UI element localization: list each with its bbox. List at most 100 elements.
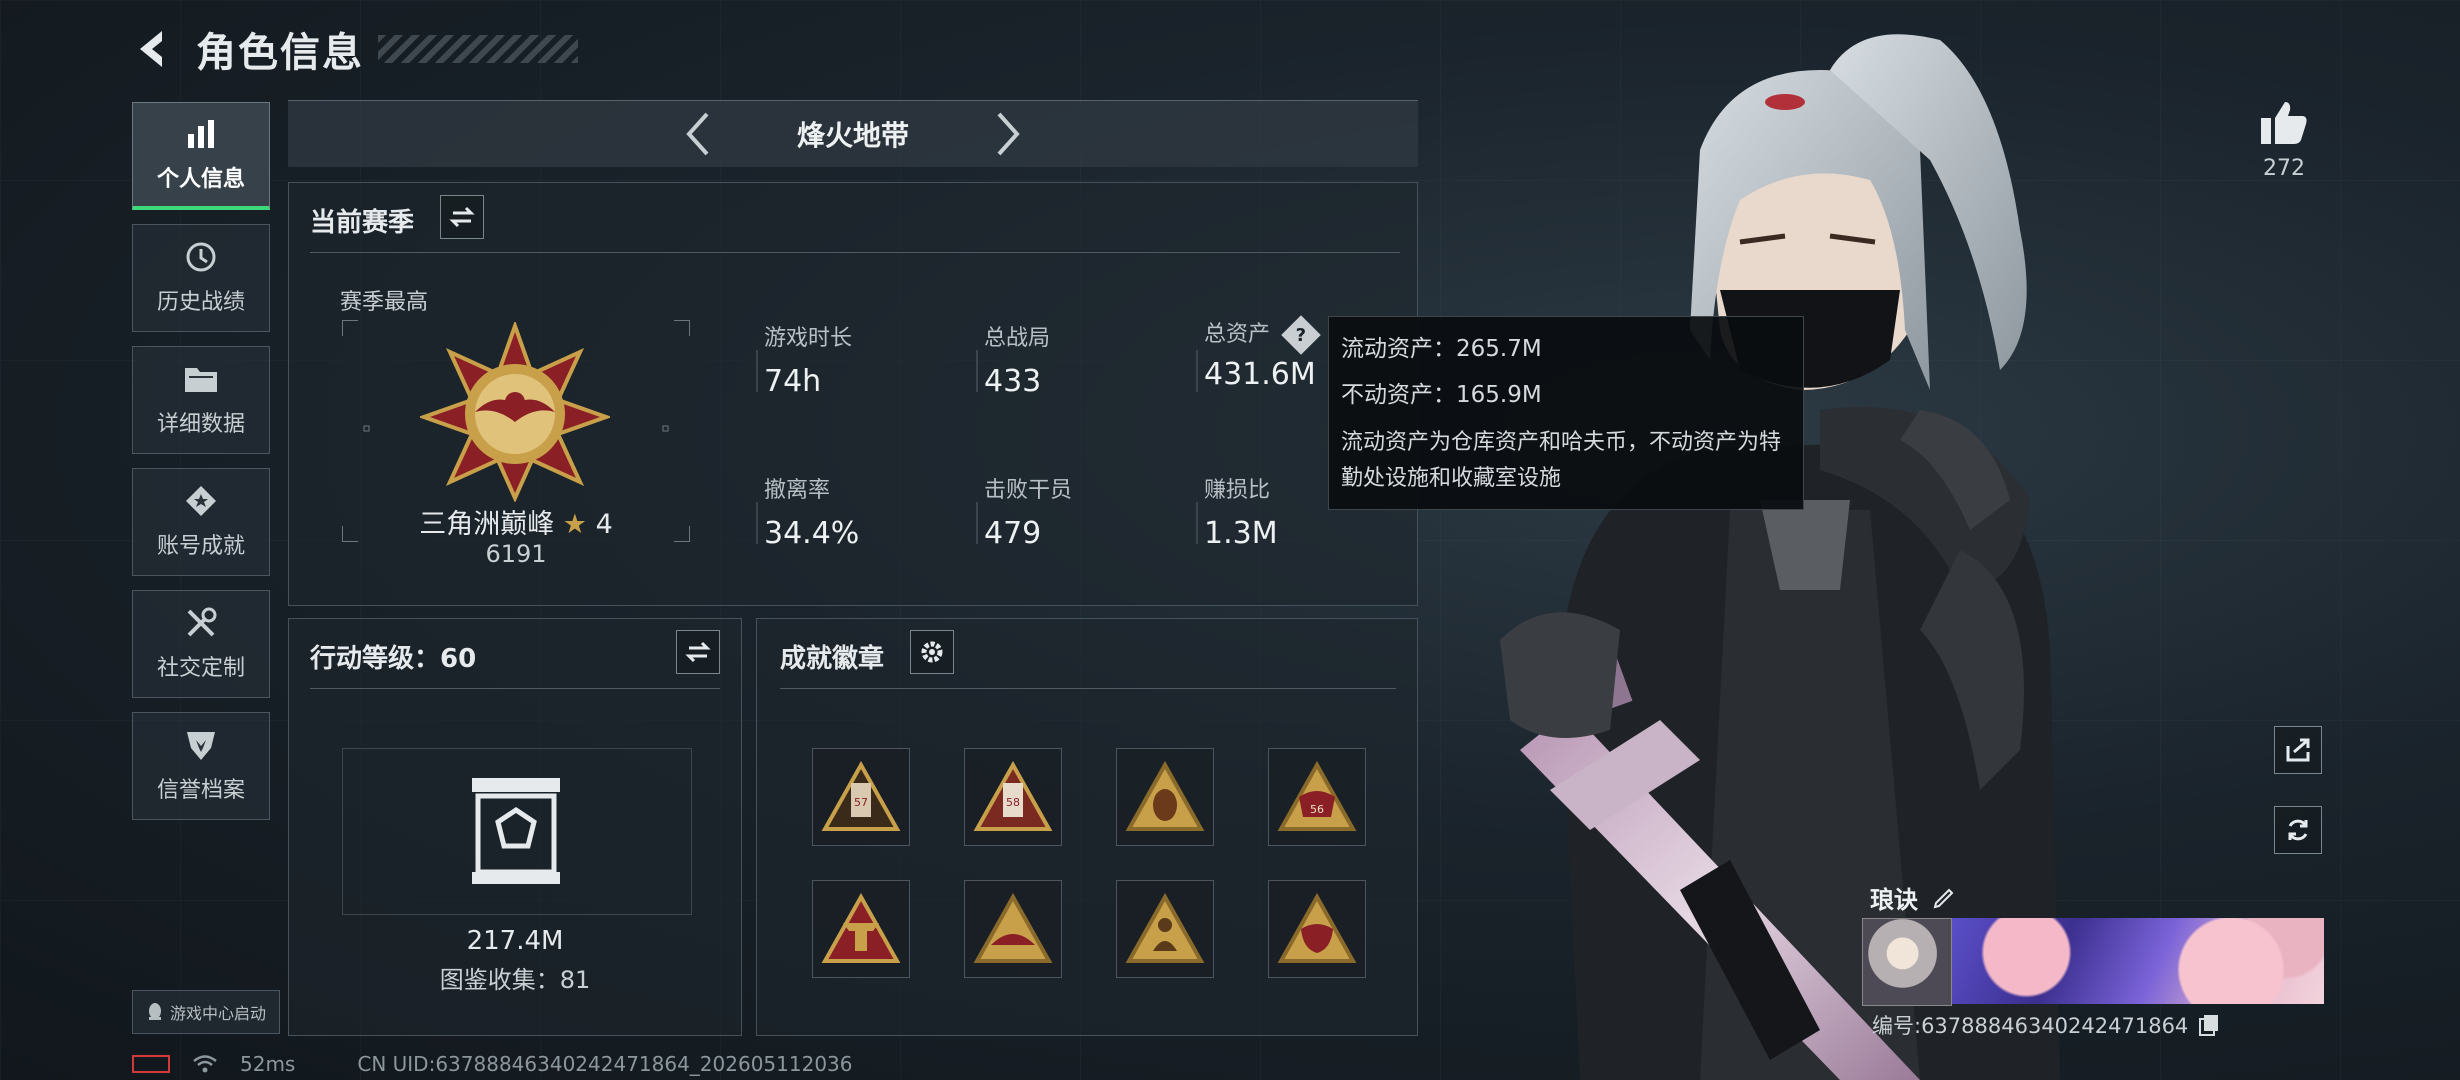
copy-icon[interactable] — [2198, 1013, 2220, 1037]
refresh-icon — [2288, 819, 2308, 841]
tools-icon — [183, 606, 219, 640]
badge-slot[interactable]: 58 — [964, 748, 1062, 846]
profile-banner[interactable] — [1952, 918, 2324, 1004]
edit-icon[interactable] — [1932, 886, 1956, 910]
badge-figure-icon — [1125, 893, 1205, 963]
sidebar-item-personal-info[interactable]: 个人信息 — [132, 102, 270, 210]
history-icon — [183, 240, 219, 274]
sidebar-item-credit-record[interactable]: 信誉档案 — [132, 712, 270, 820]
badge-crane-icon — [821, 893, 901, 963]
rank-score: 6191 — [485, 540, 547, 568]
stat-profit-ratio: 赚损比 1.3M — [1204, 472, 1278, 551]
player-name: 琅诀 — [1870, 880, 1956, 915]
stat-label: 赚损比 — [1204, 478, 1271, 503]
sidebar-item-detail-data[interactable]: 详细数据 — [132, 346, 270, 454]
season-title: 当前赛季 — [310, 208, 415, 238]
badge-mask-icon — [1277, 893, 1357, 963]
status-bar: 52ms CN UID:6378884634024247186​4_202605… — [132, 1052, 853, 1076]
swap-icon — [685, 641, 711, 663]
stat-value: 433 — [984, 364, 1042, 399]
avatar[interactable] — [1862, 918, 1952, 1006]
badges-settings-button[interactable] — [910, 630, 954, 674]
stat-divider — [1196, 350, 1198, 392]
sidebar-item-history[interactable]: 历史战绩 — [132, 224, 270, 332]
mode-next-button[interactable] — [983, 109, 1033, 159]
achievement-icon — [183, 484, 219, 518]
folder-icon — [183, 362, 219, 396]
mode-selector: 烽火地带 — [288, 100, 1418, 167]
assets-tooltip: 流动资产：265.7M 不动资产：165.9M 流动资产为仓库资产和哈夫币，不动… — [1328, 316, 1804, 510]
game-center-launch-button[interactable]: 游戏中心启动 — [132, 990, 280, 1034]
action-level-switch-button[interactable] — [676, 630, 720, 674]
badge-number: 56 — [1310, 803, 1324, 816]
stat-extract-rate: 撤离率 34.4% — [764, 472, 859, 551]
player-id-text: 编号:6378884634024247186​4 — [1872, 1014, 2189, 1038]
badge-slot[interactable] — [1268, 880, 1366, 978]
help-icon[interactable]: ? — [1281, 315, 1321, 355]
stat-total-assets: 总资产 ? 431.6M — [1204, 315, 1321, 392]
stat-divider — [756, 502, 758, 544]
wifi-icon — [193, 1055, 217, 1073]
refresh-button[interactable] — [2274, 806, 2322, 854]
back-button[interactable] — [130, 27, 174, 71]
header: 角色信息 — [130, 20, 578, 78]
rank-medal-icon — [420, 322, 610, 502]
sidebar-item-label: 个人信息 — [156, 166, 245, 192]
share-icon — [2286, 738, 2310, 762]
bar-chart-icon — [183, 117, 219, 151]
page-title: 角色信息 — [196, 30, 364, 76]
sidebar-item-label: 历史战绩 — [156, 290, 245, 315]
badge-lantern-icon — [1125, 761, 1205, 831]
like-button[interactable]: 272 — [2256, 100, 2312, 181]
gear-icon — [921, 641, 943, 663]
stat-label: 总资产 ? — [1204, 315, 1321, 355]
stat-divider — [976, 350, 978, 392]
stat-value: 479 — [984, 516, 1042, 551]
stat-label: 击败干员 — [984, 478, 1073, 503]
stat-value: 431.6M — [1204, 357, 1316, 392]
badges-divider — [780, 688, 1396, 689]
stat-label: 总战局 — [984, 326, 1051, 351]
stat-value: 34.4% — [764, 516, 860, 551]
collection-count: 图鉴收集：81 — [439, 966, 591, 994]
tooltip-liquid-assets: 流动资产：265.7M — [1341, 336, 1542, 362]
badge-slot[interactable] — [1116, 880, 1214, 978]
stat-value: 1.3M — [1204, 516, 1278, 551]
credit-shield-icon — [183, 728, 219, 762]
title-decoration — [378, 35, 578, 63]
stat-kills: 击败干员 479 — [984, 472, 1072, 551]
badge-number: 58 — [1006, 796, 1020, 809]
season-best-label: 赛季最高 — [340, 290, 429, 315]
stat-label: 游戏时长 — [764, 326, 853, 351]
like-count: 272 — [2263, 156, 2305, 181]
season-switch-button[interactable] — [440, 195, 484, 239]
badge-slot[interactable] — [812, 880, 910, 978]
swap-icon — [449, 206, 475, 228]
qq-icon — [148, 1003, 161, 1020]
sidebar: 个人信息 历史战绩 详细数据 账号成就 社交定制 信誉档案 — [132, 102, 270, 834]
mode-prev-button[interactable] — [673, 109, 723, 159]
chevron-right-icon — [997, 112, 1020, 156]
sidebar-item-social-custom[interactable]: 社交定制 — [132, 590, 270, 698]
stat-label: 撤离率 — [764, 478, 831, 503]
badge-slot[interactable]: 56 — [1268, 748, 1366, 846]
badge-tower-icon: 57 — [821, 761, 901, 831]
tooltip-fixed-assets: 不动资产：165.9M — [1341, 382, 1542, 408]
action-level-title: 行动等级：60 — [310, 644, 477, 674]
rank-name-text: 三角洲巅峰 — [419, 509, 555, 540]
sidebar-item-label: 详细数据 — [156, 412, 245, 437]
share-button[interactable] — [2274, 726, 2322, 774]
badge-slot[interactable] — [1116, 748, 1214, 846]
stat-divider — [756, 350, 758, 392]
stat-value: 74h — [764, 364, 822, 399]
badge-slot[interactable] — [964, 880, 1062, 978]
stat-divider — [1196, 502, 1198, 544]
badge-tower-icon: 58 — [973, 761, 1053, 831]
badge-hat-icon — [973, 893, 1053, 963]
action-level-divider — [310, 688, 720, 689]
ping-value: 52ms — [240, 1052, 296, 1076]
badge-slot[interactable]: 57 — [812, 748, 910, 846]
back-arrow-icon — [140, 31, 162, 67]
player-name-text: 琅诀 — [1870, 886, 1918, 914]
sidebar-item-achievements[interactable]: 账号成就 — [132, 468, 270, 576]
